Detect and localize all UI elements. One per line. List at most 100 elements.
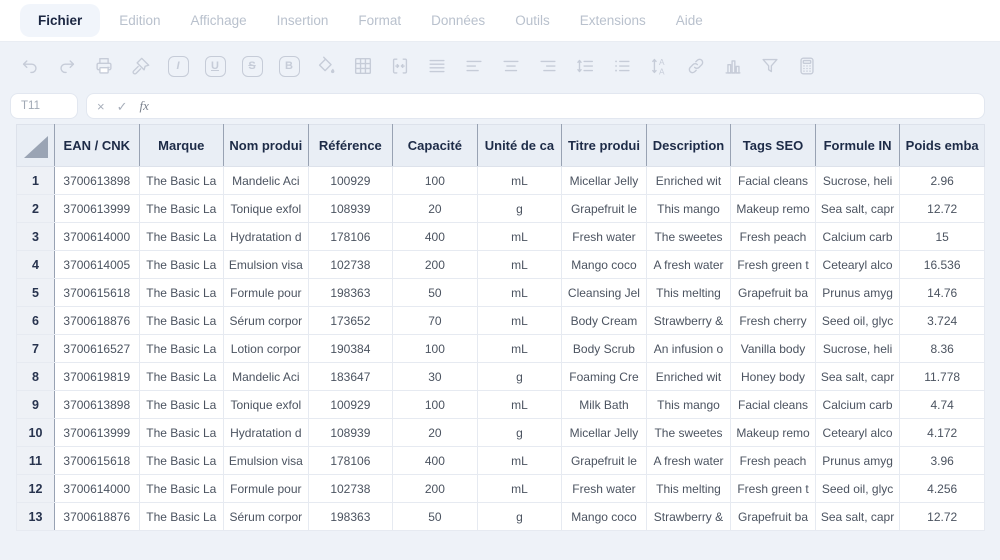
calculator-icon[interactable]	[795, 54, 819, 78]
cell[interactable]: 198363	[308, 279, 393, 307]
redo-icon[interactable]	[55, 54, 79, 78]
menu-item-donnees[interactable]: Données	[416, 4, 500, 37]
cell[interactable]: mL	[477, 335, 562, 363]
cell[interactable]: Calcium carb	[815, 223, 900, 251]
cell[interactable]: Calcium carb	[815, 391, 900, 419]
confirm-icon[interactable]: ✓	[117, 100, 128, 113]
cell[interactable]: Makeup remo	[731, 419, 816, 447]
cell[interactable]: 4.256	[900, 475, 985, 503]
cell[interactable]: A fresh water	[646, 251, 731, 279]
cell[interactable]: 14.76	[900, 279, 985, 307]
cell[interactable]: 102738	[308, 251, 393, 279]
cell[interactable]: Cetearyl alco	[815, 251, 900, 279]
cell[interactable]: Seed oil, glyc	[815, 307, 900, 335]
menu-item-insertion[interactable]: Insertion	[262, 4, 344, 37]
cell[interactable]: Lotion corpor	[224, 335, 309, 363]
cell[interactable]: 3700618876	[55, 503, 140, 531]
cell[interactable]: g	[477, 195, 562, 223]
filter-icon[interactable]	[758, 54, 782, 78]
cell[interactable]: mL	[477, 279, 562, 307]
merge-cells-icon[interactable]	[388, 54, 412, 78]
cell[interactable]: mL	[477, 447, 562, 475]
align-left-icon[interactable]	[462, 54, 486, 78]
cell[interactable]: 16.536	[900, 251, 985, 279]
cell[interactable]: The Basic La	[139, 391, 224, 419]
select-all-corner[interactable]	[17, 125, 55, 167]
cell[interactable]: Body Scrub	[562, 335, 647, 363]
formula-input[interactable]	[161, 94, 974, 118]
column-header-nom-produi[interactable]: Nom produi	[224, 125, 309, 167]
cell[interactable]: Sucrose, heli	[815, 335, 900, 363]
cell[interactable]: 400	[393, 447, 478, 475]
paint-format-icon[interactable]	[129, 54, 153, 78]
cell[interactable]: The Basic La	[139, 223, 224, 251]
cell[interactable]: mL	[477, 391, 562, 419]
cell[interactable]: 12.72	[900, 503, 985, 531]
borders-icon[interactable]	[351, 54, 375, 78]
cell[interactable]: The Basic La	[139, 195, 224, 223]
menu-item-edition[interactable]: Edition	[104, 4, 175, 37]
cell[interactable]: Fresh cherry	[731, 307, 816, 335]
menu-item-affichage[interactable]: Affichage	[176, 4, 262, 37]
cell[interactable]: mL	[477, 223, 562, 251]
cell[interactable]: Strawberry &	[646, 307, 731, 335]
column-header-poids-emba[interactable]: Poids emba	[900, 125, 985, 167]
cell[interactable]: Prunus amyg	[815, 279, 900, 307]
cell[interactable]: g	[477, 503, 562, 531]
cell[interactable]: Sea salt, capr	[815, 363, 900, 391]
underline-icon[interactable]: U	[203, 54, 227, 78]
cell[interactable]: This mango	[646, 195, 731, 223]
align-center-icon[interactable]	[499, 54, 523, 78]
align-justify-icon[interactable]	[425, 54, 449, 78]
italic-icon[interactable]: I	[166, 54, 190, 78]
bullet-list-icon[interactable]	[610, 54, 634, 78]
row-number[interactable]: 3	[17, 223, 55, 251]
menu-item-extensions[interactable]: Extensions	[565, 4, 661, 37]
cell[interactable]: 400	[393, 223, 478, 251]
cell[interactable]: 178106	[308, 447, 393, 475]
cell[interactable]: Mandelic Aci	[224, 167, 309, 195]
cell[interactable]: The Basic La	[139, 503, 224, 531]
cell[interactable]: Honey body	[731, 363, 816, 391]
cell-reference-box[interactable]: T11	[10, 93, 78, 119]
cell[interactable]: Mango coco	[562, 251, 647, 279]
undo-icon[interactable]	[18, 54, 42, 78]
cell[interactable]: 3.724	[900, 307, 985, 335]
cell[interactable]: 20	[393, 419, 478, 447]
cell[interactable]: 178106	[308, 223, 393, 251]
cell[interactable]: Fresh peach	[731, 447, 816, 475]
cell[interactable]: 3.96	[900, 447, 985, 475]
cell[interactable]: 50	[393, 503, 478, 531]
cell[interactable]: Cleansing Jel	[562, 279, 647, 307]
cell[interactable]: Tonique exfol	[224, 195, 309, 223]
cell[interactable]: Mandelic Aci	[224, 363, 309, 391]
cell[interactable]: The Basic La	[139, 419, 224, 447]
cell[interactable]: Strawberry &	[646, 503, 731, 531]
line-spacing-icon[interactable]	[573, 54, 597, 78]
cell[interactable]: 3700613999	[55, 419, 140, 447]
cell[interactable]: Hydratation d	[224, 223, 309, 251]
cell[interactable]: Sea salt, capr	[815, 195, 900, 223]
cell[interactable]: 15	[900, 223, 985, 251]
cell[interactable]: Hydratation d	[224, 419, 309, 447]
cell[interactable]: Micellar Jelly	[562, 167, 647, 195]
align-right-icon[interactable]	[536, 54, 560, 78]
cell[interactable]: 102738	[308, 475, 393, 503]
cell[interactable]: Grapefruit ba	[731, 503, 816, 531]
row-number[interactable]: 7	[17, 335, 55, 363]
cell[interactable]: 173652	[308, 307, 393, 335]
cell[interactable]: Micellar Jelly	[562, 419, 647, 447]
cell[interactable]: 3700618876	[55, 307, 140, 335]
cell[interactable]: mL	[477, 475, 562, 503]
cell[interactable]: Emulsion visa	[224, 447, 309, 475]
cell[interactable]: 11.778	[900, 363, 985, 391]
chart-icon[interactable]	[721, 54, 745, 78]
cell[interactable]: Grapefruit le	[562, 195, 647, 223]
menu-item-aide[interactable]: Aide	[661, 4, 718, 37]
cell[interactable]: Foaming Cre	[562, 363, 647, 391]
cell[interactable]: Formule pour	[224, 475, 309, 503]
cell[interactable]: Facial cleans	[731, 167, 816, 195]
cell[interactable]: 100	[393, 335, 478, 363]
cell[interactable]: Sérum corpor	[224, 503, 309, 531]
cell[interactable]: 20	[393, 195, 478, 223]
